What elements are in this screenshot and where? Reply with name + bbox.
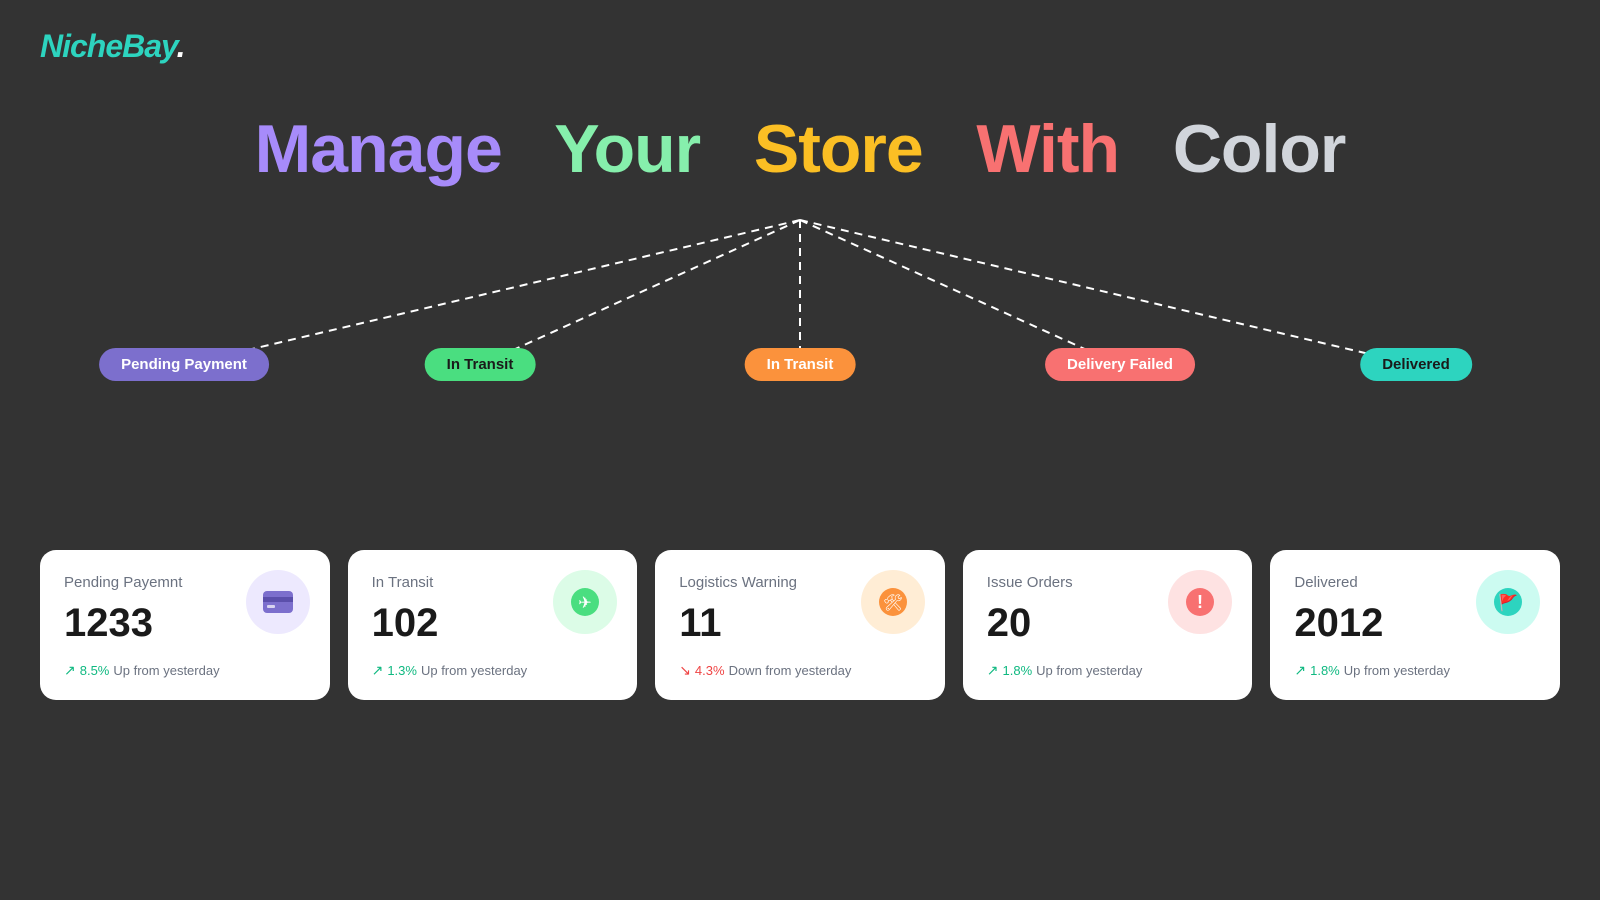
trend-pct: 1.8% [1003, 663, 1033, 678]
trend-arrow-down-icon: ↘ [679, 662, 691, 679]
card-issue-orders-icon: ! [1168, 570, 1232, 634]
hero-word-5: Color [1173, 111, 1346, 187]
card-in-transit-trend: ↗ 1.3% Up from yesterday [372, 662, 614, 679]
trend-arrow-up-icon: ↗ [987, 662, 999, 679]
card-in-transit: In Transit 102 ↗ 1.3% Up from yesterday … [348, 550, 638, 700]
badge-pending-payment: Pending Payment [99, 348, 269, 381]
hero-word-3: Store [754, 111, 923, 187]
card-pending-payment-trend: ↗ 8.5% Up from yesterday [64, 662, 306, 679]
trend-arrow-up-icon: ↗ [64, 662, 76, 679]
logo-dot: . [177, 28, 185, 64]
card-issue-orders-trend: ↗ 1.8% Up from yesterday [987, 662, 1229, 679]
svg-text:!: ! [1197, 592, 1203, 612]
card-delivered-trend: ↗ 1.8% Up from yesterday [1294, 662, 1536, 679]
card-pending-payment: Pending Payemnt 1233 ↗ 8.5% Up from yest… [40, 550, 330, 700]
hero-word-1: Manage [255, 111, 502, 187]
cards-row: Pending Payemnt 1233 ↗ 8.5% Up from yest… [40, 550, 1560, 700]
svg-text:✈: ✈ [578, 595, 591, 612]
trend-label: Down from yesterday [729, 663, 852, 678]
card-logistics-warning-trend: ↘ 4.3% Down from yesterday [679, 662, 921, 679]
card-in-transit-icon: ✈ [553, 570, 617, 634]
trend-label: Up from yesterday [1036, 663, 1142, 678]
card-delivered-icon: 🚩 [1476, 570, 1540, 634]
trend-label: Up from yesterday [113, 663, 219, 678]
hero-word-2: Your [554, 111, 700, 187]
logo: NicheBay. [40, 28, 185, 65]
svg-text:🛠: 🛠 [883, 594, 903, 612]
flowchart: Pending Payment In Transit In Transit De… [0, 200, 1600, 420]
hero-word-4: With [976, 111, 1119, 187]
badge-in-transit-orange: In Transit [745, 348, 856, 381]
card-logistics-warning: Logistics Warning 11 ↘ 4.3% Down from ye… [655, 550, 945, 700]
card-pending-payment-icon [246, 570, 310, 634]
trend-pct: 8.5% [80, 663, 110, 678]
trend-label: Up from yesterday [1344, 663, 1450, 678]
badge-delivery-failed: Delivery Failed [1045, 348, 1195, 381]
flowchart-svg [0, 200, 1600, 420]
card-delivered: Delivered 2012 ↗ 1.8% Up from yesterday … [1270, 550, 1560, 700]
badge-delivered: Delivered [1360, 348, 1472, 381]
svg-text:🚩: 🚩 [1498, 593, 1518, 612]
trend-pct: 1.8% [1310, 663, 1340, 678]
trend-arrow-up-icon: ↗ [372, 662, 384, 679]
trend-label: Up from yesterday [421, 663, 527, 678]
card-logistics-warning-icon: 🛠 [861, 570, 925, 634]
trend-arrow-up-icon: ↗ [1294, 662, 1306, 679]
hero-title: Manage Your Store With Color [0, 110, 1600, 188]
badge-in-transit-green: In Transit [425, 348, 536, 381]
card-issue-orders: Issue Orders 20 ↗ 1.8% Up from yesterday… [963, 550, 1253, 700]
trend-pct: 4.3% [695, 663, 725, 678]
logo-text: NicheBay [40, 28, 177, 64]
trend-pct: 1.3% [387, 663, 417, 678]
